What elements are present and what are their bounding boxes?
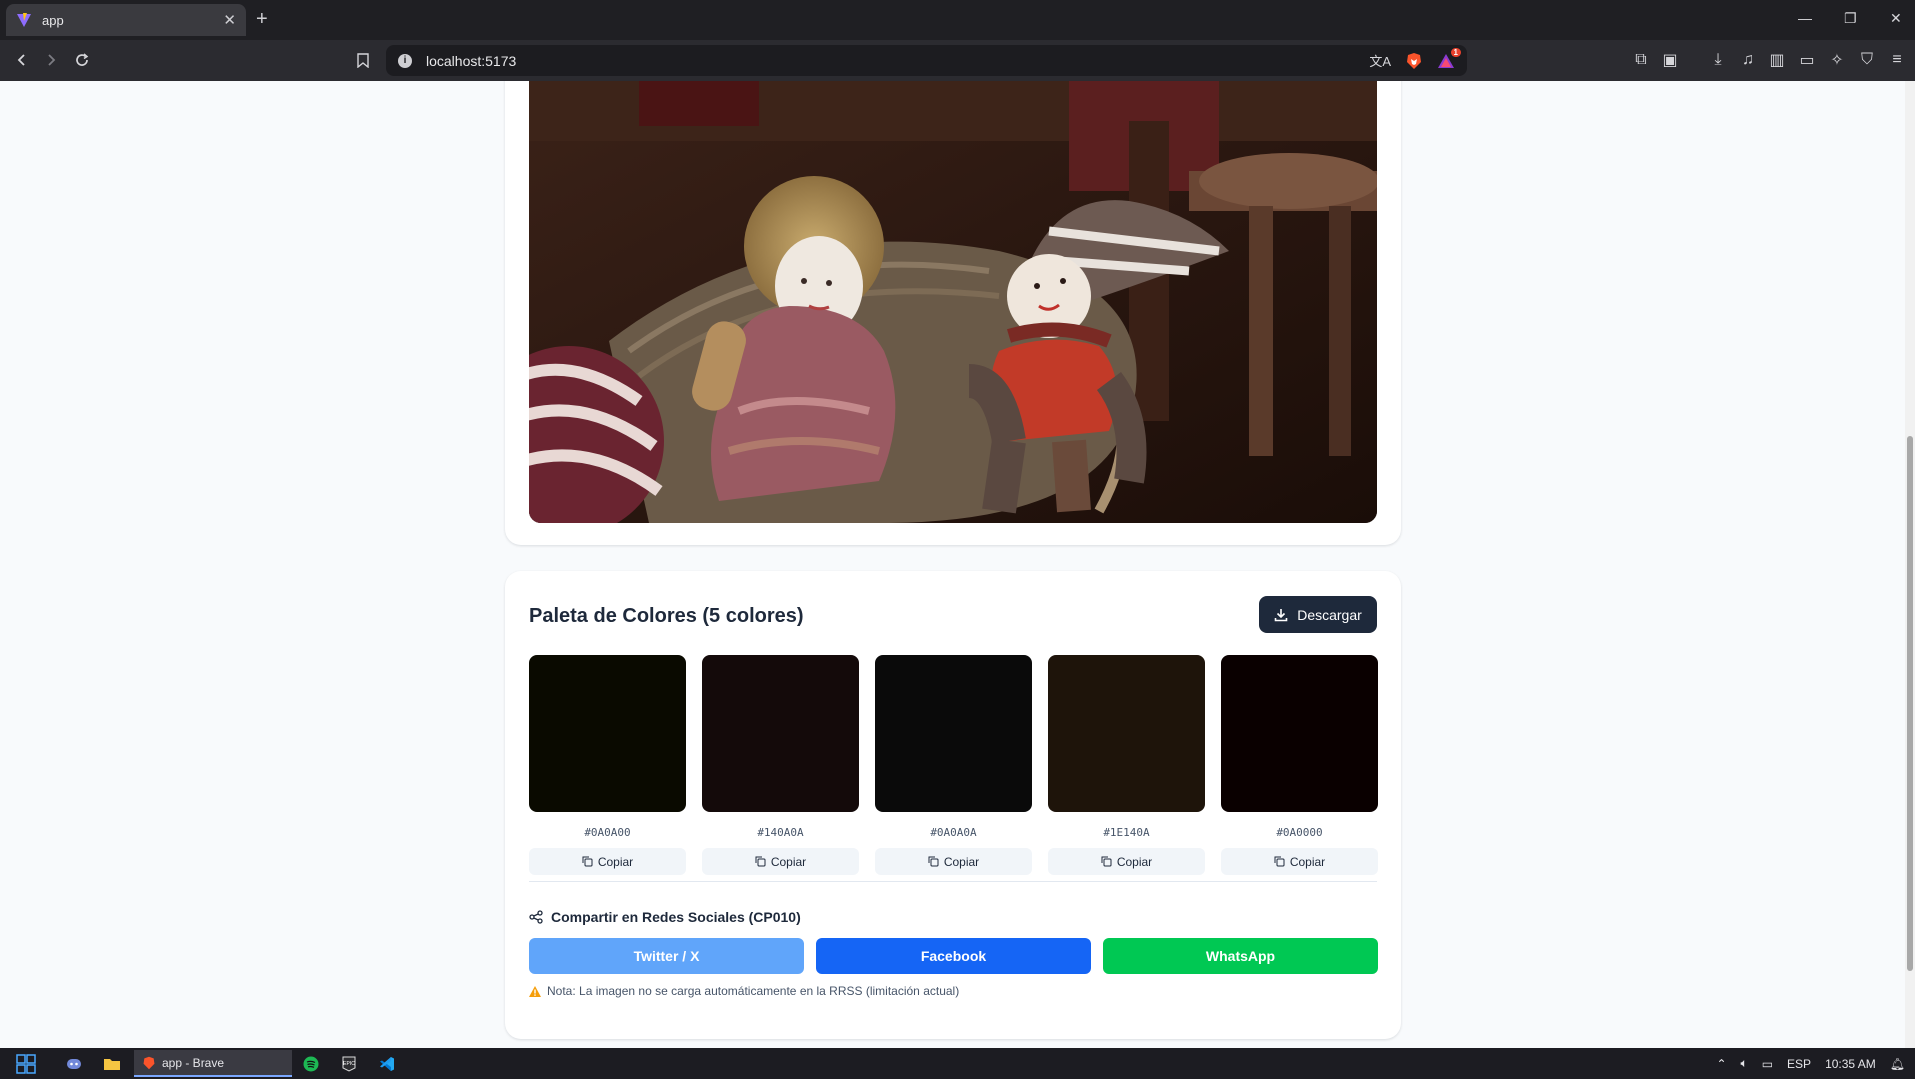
copy-button[interactable]: Copiar bbox=[702, 848, 859, 875]
language-indicator[interactable]: ESP bbox=[1787, 1057, 1811, 1071]
knitted-dolls-photo bbox=[529, 81, 1377, 523]
clock[interactable]: 10:35 AM bbox=[1825, 1057, 1876, 1071]
copy-button[interactable]: Copiar bbox=[1221, 848, 1378, 875]
media-icon[interactable]: ♫ bbox=[1737, 49, 1759, 71]
download-button[interactable]: Descargar bbox=[1259, 596, 1377, 633]
swatch-hex: #0A0A00 bbox=[584, 826, 631, 839]
copy-icon bbox=[928, 856, 939, 867]
share-heading: Compartir en Redes Sociales (CP010) bbox=[529, 909, 801, 925]
uploaded-image bbox=[529, 81, 1377, 523]
swatch-item: #140A0A Copiar bbox=[702, 655, 859, 875]
browser-tab[interactable]: app ✕ bbox=[6, 4, 246, 36]
swatch-item: #1E140A Copiar bbox=[1048, 655, 1205, 875]
share-note-text: Nota: La imagen no se carga automáticame… bbox=[547, 984, 960, 998]
copy-button[interactable]: Copiar bbox=[529, 848, 686, 875]
start-menu-icon[interactable] bbox=[15, 1053, 37, 1075]
copy-label: Copiar bbox=[943, 854, 980, 869]
minimize-icon[interactable]: — bbox=[1798, 10, 1812, 26]
wallet-icon[interactable]: ▭ bbox=[1796, 49, 1818, 71]
swatch-hex: #0A0000 bbox=[1276, 826, 1323, 839]
vpn-icon[interactable]: ⛉ bbox=[1856, 49, 1878, 71]
sidebar-icon[interactable]: ▥ bbox=[1766, 49, 1788, 71]
facebook-share-button[interactable]: Facebook bbox=[816, 938, 1091, 974]
copy-label: Copiar bbox=[597, 854, 634, 869]
copy-label: Copiar bbox=[770, 854, 807, 869]
volume-icon[interactable]: 🔈︎ bbox=[1741, 1056, 1748, 1071]
bookmark-icon[interactable] bbox=[352, 49, 374, 71]
translate-icon[interactable]: 文A bbox=[1369, 51, 1391, 70]
share-note: Nota: La imagen no se carga automáticame… bbox=[529, 984, 959, 998]
spotify-icon[interactable] bbox=[300, 1053, 322, 1075]
reload-icon[interactable] bbox=[71, 49, 93, 71]
section-divider bbox=[529, 881, 1377, 882]
swatch-item: #0A0000 Copiar bbox=[1221, 655, 1378, 875]
share-title: Compartir en Redes Sociales (CP010) bbox=[551, 909, 801, 925]
color-swatch[interactable] bbox=[1048, 655, 1205, 812]
color-swatch[interactable] bbox=[875, 655, 1032, 812]
site-info-icon[interactable]: i bbox=[398, 53, 412, 68]
windows-taskbar: app - Brave EPIC ⌃ 🔈︎ ▭ ESP 10:35 AM 🔔︎ bbox=[0, 1048, 1915, 1079]
new-tab-button[interactable]: + bbox=[256, 9, 268, 29]
brave-rewards-icon[interactable]: 1 bbox=[1437, 47, 1461, 70]
scrollbar-thumb[interactable] bbox=[1907, 436, 1913, 971]
swatch-hex: #0A0A0A bbox=[930, 826, 977, 839]
display-icon[interactable]: ▭ bbox=[1762, 1057, 1773, 1071]
url-text: localhost:5173 bbox=[426, 52, 517, 69]
rewards-count-badge: 1 bbox=[1450, 47, 1461, 57]
palette-title: Paleta de Colores (5 colores) bbox=[529, 605, 804, 627]
swatch-item: #0A0A00 Copiar bbox=[529, 655, 686, 875]
download-label: Descargar bbox=[1297, 606, 1362, 623]
back-icon[interactable] bbox=[11, 49, 33, 71]
restore-icon[interactable]: ❐ bbox=[1844, 10, 1857, 27]
notifications-icon[interactable]: 🔔︎ bbox=[1890, 1057, 1905, 1071]
brave-icon bbox=[143, 1056, 155, 1069]
swatch-hex: #1E140A bbox=[1103, 826, 1150, 839]
page-scrollbar[interactable] bbox=[1905, 81, 1915, 1048]
taskbar-brave-app[interactable]: app - Brave bbox=[134, 1050, 292, 1077]
download-icon bbox=[1274, 608, 1288, 621]
copy-label: Copiar bbox=[1289, 854, 1326, 869]
palette-card: Paleta de Colores (5 colores) Descargar … bbox=[505, 571, 1401, 1039]
window-close-icon[interactable]: ✕ bbox=[1890, 10, 1902, 27]
color-swatch[interactable] bbox=[529, 655, 686, 812]
downloads-icon[interactable]: ⤓ bbox=[1707, 49, 1729, 71]
tab-title: app bbox=[42, 12, 64, 28]
copy-button[interactable]: Copiar bbox=[1048, 848, 1205, 875]
copy-icon bbox=[582, 856, 593, 867]
vscode-icon[interactable] bbox=[376, 1053, 398, 1075]
copy-button[interactable]: Copiar bbox=[875, 848, 1032, 875]
menu-icon[interactable]: ≡ bbox=[1886, 49, 1908, 71]
swatch-hex: #140A0A bbox=[757, 826, 804, 839]
forward-icon[interactable] bbox=[40, 49, 62, 71]
browser-toolbar: i localhost:5173 文A 1 ⧉ ▣ ⤓ ♫ ▥ ▭ ✧ ⛉ ≡ bbox=[0, 40, 1915, 81]
screenshot-icon[interactable]: ▣ bbox=[1659, 49, 1681, 71]
swatch-item: #0A0A0A Copiar bbox=[875, 655, 1032, 875]
image-card bbox=[505, 81, 1401, 545]
address-bar[interactable]: i localhost:5173 文A 1 bbox=[386, 45, 1467, 76]
warning-icon bbox=[529, 985, 541, 997]
system-tray: ⌃ 🔈︎ ▭ ESP 10:35 AM 🔔︎ bbox=[1716, 1048, 1905, 1079]
page-viewport: Paleta de Colores (5 colores) Descargar … bbox=[0, 81, 1905, 1048]
discord-icon[interactable] bbox=[63, 1053, 85, 1075]
color-swatch[interactable] bbox=[702, 655, 859, 812]
color-swatch[interactable] bbox=[1221, 655, 1378, 812]
whatsapp-share-button[interactable]: WhatsApp bbox=[1103, 938, 1378, 974]
copy-icon bbox=[1101, 856, 1112, 867]
browser-tab-strip: app ✕ + — ❐ ✕ bbox=[0, 0, 1915, 40]
file-explorer-icon[interactable] bbox=[101, 1053, 123, 1075]
copy-icon bbox=[1274, 856, 1285, 867]
copy-icon bbox=[755, 856, 766, 867]
svg-text:EPIC: EPIC bbox=[343, 1061, 355, 1067]
vite-favicon-icon bbox=[17, 13, 31, 27]
epic-games-icon[interactable]: EPIC bbox=[338, 1053, 360, 1075]
leo-ai-icon[interactable]: ✧ bbox=[1826, 49, 1848, 71]
close-tab-icon[interactable]: ✕ bbox=[223, 11, 236, 29]
taskbar-app-label: app - Brave bbox=[162, 1055, 225, 1070]
brave-shields-icon[interactable] bbox=[1405, 52, 1423, 70]
twitter-share-button[interactable]: Twitter / X bbox=[529, 938, 804, 974]
copy-label: Copiar bbox=[1116, 854, 1153, 869]
share-icon bbox=[529, 910, 543, 924]
tray-expand-icon[interactable]: ⌃ bbox=[1716, 1057, 1726, 1071]
extensions-icon[interactable]: ⧉ bbox=[1630, 49, 1652, 71]
